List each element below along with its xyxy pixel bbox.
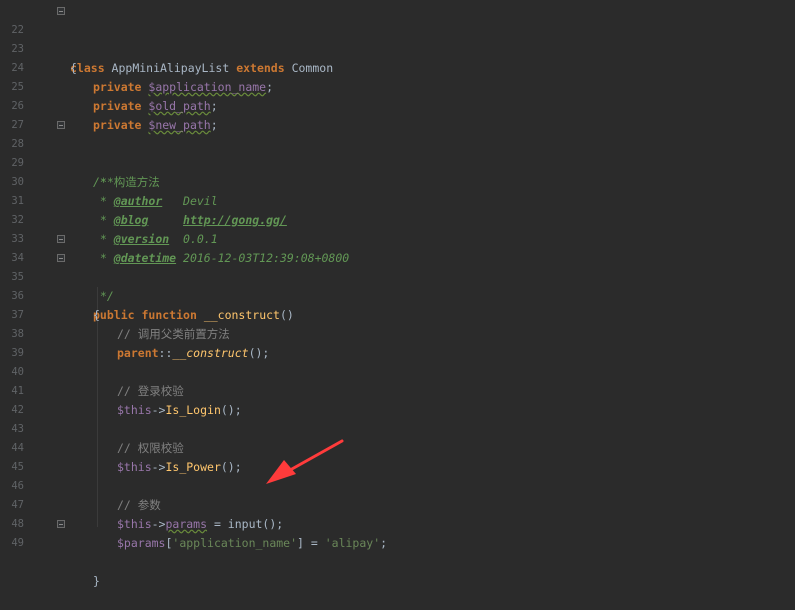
code-text: } xyxy=(93,574,100,588)
arrow-shaft xyxy=(281,439,344,476)
arrow-head xyxy=(266,460,296,484)
code-editor[interactable]: 22 class AppMiniAlipayList extends Commo… xyxy=(0,0,795,588)
red-arrow-annotation xyxy=(266,439,344,484)
